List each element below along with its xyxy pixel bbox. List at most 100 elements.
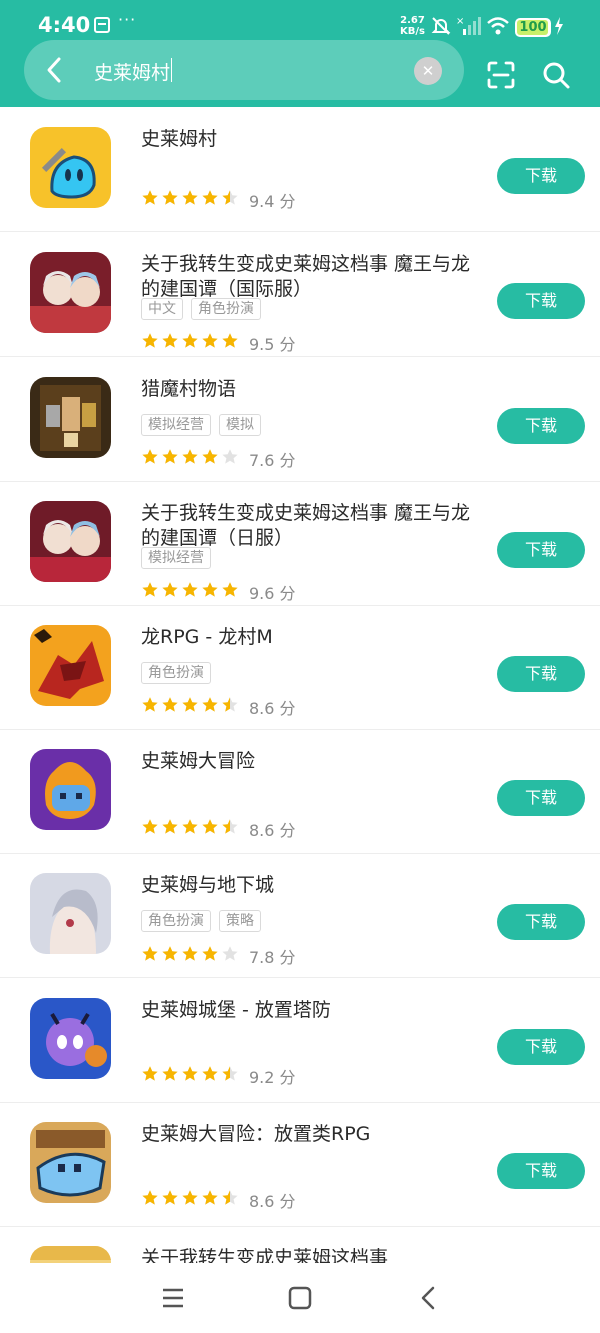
download-button[interactable]: 下载 [497,532,585,568]
star-icon [222,946,238,961]
rating: 8.6 分 [141,1188,296,1211]
star-rating [141,1189,239,1211]
app-icon[interactable] [30,873,111,954]
star-icon [162,1066,178,1081]
star-rating [141,332,239,354]
rating: 9.5 分 [141,331,296,354]
tag: 中文 [141,298,183,320]
tag: 模拟经营 [141,414,211,436]
search-input[interactable]: 史莱姆村 [94,58,170,85]
app-icon[interactable] [30,1122,111,1203]
rating-score: 9.6 分 [249,584,296,603]
star-icon [202,1190,218,1205]
result-item[interactable]: 关于我转生变成史莱姆这档事 魔王与龙的建国谭（国际服） 中文 角色扮演 9.5 分… [0,232,600,357]
status-bar: 4:40 ··· 2.67 KB/s × 100 [0,0,600,42]
star-icon [202,333,218,348]
home-icon[interactable] [287,1285,313,1311]
rating: 7.8 分 [141,944,296,967]
search-icon[interactable] [541,60,571,90]
app-icon[interactable] [30,377,111,458]
app-name[interactable]: 史莱姆城堡 - 放置塔防 [141,998,486,1023]
navigation-bar [0,1263,600,1333]
search-results-list[interactable]: 史莱姆村 9.4 分 下载 关于我转生变成史莱姆这档事 魔王与龙的建国谭（国际服… [0,107,600,1263]
star-icon [142,819,158,834]
rating-score: 8.6 分 [249,699,296,718]
app-icon[interactable] [30,127,111,208]
download-button[interactable]: 下载 [497,904,585,940]
app-name[interactable]: 猎魔村物语 [141,377,486,402]
star-icon [162,582,178,597]
app-name[interactable]: 龙RPG - 龙村M [141,625,486,650]
app-icon[interactable] [30,252,111,333]
star-rating [141,818,239,840]
star-icon [142,1066,158,1081]
download-button[interactable]: 下载 [497,656,585,692]
result-item[interactable]: 史莱姆村 9.4 分 下载 [0,107,600,232]
tag-list: 角色扮演 [141,662,219,684]
download-button[interactable]: 下载 [497,1029,585,1065]
network-speed-unit: KB/s [400,26,425,37]
tag: 角色扮演 [191,298,261,320]
app-name[interactable]: 关于我转生变成史莱姆这档事 魔王与龙的建国谭（日服） [141,501,486,551]
star-icon [182,449,198,464]
tag: 模拟 [219,414,261,436]
tag: 模拟经营 [141,547,211,569]
star-icon [222,333,238,348]
rating: 9.2 分 [141,1064,296,1087]
app-icon[interactable] [30,501,111,582]
star-icon [202,582,218,597]
result-item[interactable]: 史莱姆城堡 - 放置塔防 9.2 分 下载 [0,978,600,1103]
wifi-icon [487,17,509,35]
rating-score: 9.5 分 [249,335,296,354]
result-item[interactable]: 关于我转生变成史莱姆这档事 [0,1226,600,1263]
star-icon [222,449,238,464]
result-item[interactable]: 猎魔村物语 模拟经营 模拟 7.6 分 下载 [0,357,600,482]
download-button[interactable]: 下载 [497,780,585,816]
star-icon [182,333,198,348]
menu-icon[interactable] [160,1285,186,1311]
download-button[interactable]: 下载 [497,1153,585,1189]
result-item[interactable]: 关于我转生变成史莱姆这档事 魔王与龙的建国谭（日服） 模拟经营 9.6 分 下载 [0,481,600,606]
text-cursor [171,58,172,82]
tag-list: 中文 角色扮演 [141,298,269,320]
star-icon [182,819,198,834]
rating: 7.6 分 [141,447,296,470]
app-icon[interactable] [30,998,111,1079]
app-name[interactable]: 关于我转生变成史莱姆这档事 [141,1246,486,1263]
star-icon [162,946,178,961]
header: 4:40 ··· 2.67 KB/s × 100 史莱姆村 ✕ [0,0,600,107]
app-name[interactable]: 史莱姆与地下城 [141,873,486,898]
result-item[interactable]: 史莱姆大冒险 8.6 分 下载 [0,729,600,854]
download-button[interactable]: 下载 [497,283,585,319]
star-icon [182,1190,198,1205]
mute-icon [431,17,451,35]
download-button[interactable]: 下载 [497,158,585,194]
result-item[interactable]: 龙RPG - 龙村M 角色扮演 8.6 分 下载 [0,605,600,730]
result-item[interactable]: 史莱姆大冒险：放置类RPG 8.6 分 下载 [0,1102,600,1227]
search-bar[interactable]: 史莱姆村 ✕ [24,40,464,100]
scan-icon[interactable] [486,60,516,90]
star-icon [182,946,198,961]
svg-text:×: × [456,16,464,27]
rating-score: 9.2 分 [249,1068,296,1087]
star-icon [142,582,158,597]
star-icon [222,190,238,205]
back-arrow-icon[interactable] [44,56,66,84]
app-icon[interactable] [30,625,111,706]
result-item[interactable]: 史莱姆与地下城 角色扮演 策略 7.8 分 下载 [0,853,600,978]
app-name[interactable]: 关于我转生变成史莱姆这档事 魔王与龙的建国谭（国际服） [141,252,486,302]
star-icon [142,1190,158,1205]
status-time: 4:40 [38,13,91,37]
download-button[interactable]: 下载 [497,408,585,444]
clear-icon[interactable]: ✕ [414,57,442,85]
app-name[interactable]: 史莱姆大冒险 [141,749,486,774]
star-icon [142,333,158,348]
star-icon [202,697,218,712]
app-icon[interactable] [30,1246,111,1263]
back-icon[interactable] [416,1285,442,1311]
app-name[interactable]: 史莱姆大冒险：放置类RPG [141,1122,486,1147]
star-icon [162,190,178,205]
app-name[interactable]: 史莱姆村 [141,127,486,152]
rating: 8.6 分 [141,695,296,718]
app-icon[interactable] [30,749,111,830]
